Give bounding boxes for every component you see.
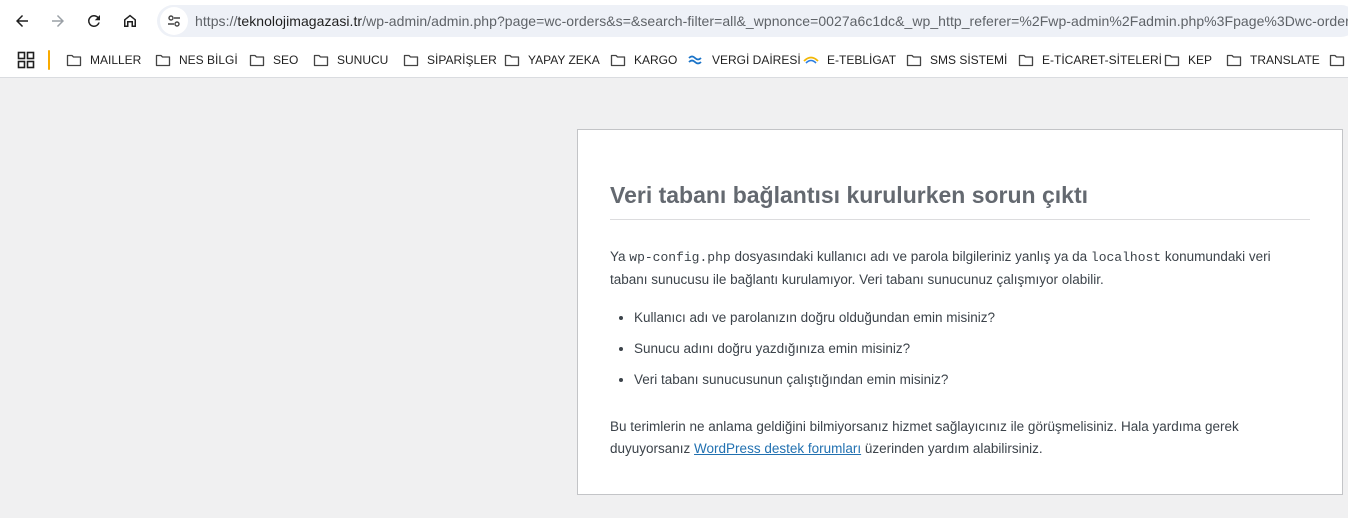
- checklist-item: Sunucu adını doğru yazdığınıza emin misi…: [634, 338, 995, 369]
- bookmark-label: SMS SİSTEMİ: [930, 53, 1008, 67]
- bookmark-label: SUNUCU: [337, 53, 389, 67]
- arrow-left-icon: [16, 15, 28, 27]
- config-filename: wp-config.php: [629, 250, 731, 265]
- tune-icon: [168, 15, 180, 27]
- url-text[interactable]: https://teknolojimagazasi.tr/wp-admin/ad…: [195, 13, 1348, 29]
- folder-icon: [155, 54, 171, 67]
- bookmark-folder-translate[interactable]: TRANSLATE: [1226, 49, 1320, 71]
- bookmark-folder-overflow[interactable]: [1329, 49, 1348, 71]
- folder-icon: [906, 54, 922, 67]
- error-card: Veri tabanı bağlantısı kurulurken sorun …: [577, 129, 1343, 495]
- bookmark-folder-mailler[interactable]: MAILLER: [66, 49, 141, 71]
- bookmark-vergi-dairesi[interactable]: VERGİ DAİRESİ: [688, 49, 801, 71]
- folder-icon: [1018, 54, 1034, 67]
- site-info-button[interactable]: [160, 7, 188, 35]
- help-text-part: üzerinden yardım alabilirsiniz.: [861, 441, 1043, 456]
- folder-icon: [403, 54, 419, 67]
- folder-icon: [504, 54, 520, 67]
- bookmark-separator: [48, 50, 50, 70]
- error-text: Ya: [610, 249, 630, 264]
- help-text: Bu terimlerin ne anlama geldiğini bilmiy…: [610, 416, 1300, 460]
- error-title: Veri tabanı bağlantısı kurulurken sorun …: [610, 182, 1310, 220]
- bookmark-label: E-TİCARET-SİTELERİ: [1042, 53, 1163, 67]
- bookmark-folder-yapay-zeka[interactable]: YAPAY ZEKA: [504, 49, 600, 71]
- bookmark-label: VERGİ DAİRESİ: [712, 53, 801, 67]
- bookmarks-bar: MAILLER NES BİLGİ SEO SUNUCU SİPARİŞLER …: [0, 42, 1348, 78]
- bookmark-label: MAILLER: [90, 53, 142, 67]
- ptt-icon: [803, 56, 819, 64]
- address-bar[interactable]: https://teknolojimagazasi.tr/wp-admin/ad…: [157, 5, 1348, 37]
- bookmark-label: TRANSLATE: [1250, 53, 1320, 67]
- folder-icon: [1226, 54, 1242, 67]
- checklist-item: Veri tabanı sunucusunun çalıştığından em…: [634, 369, 995, 400]
- bookmark-label: SİPARİŞLER: [427, 53, 497, 67]
- bookmark-folder-e-ticaret-siteleri[interactable]: E-TİCARET-SİTELERİ: [1018, 49, 1162, 71]
- checklist: Kullanıcı adı ve parolanızın doğru olduğ…: [634, 307, 995, 400]
- error-description: Ya wp-config.php dosyasındaki kullanıcı …: [610, 246, 1300, 291]
- bookmark-e-tebligat[interactable]: E-TEBLİGAT: [803, 49, 896, 71]
- home-button[interactable]: [112, 3, 148, 39]
- bookmark-folder-siparisler[interactable]: SİPARİŞLER: [403, 49, 497, 71]
- bookmark-folder-sunucu[interactable]: SUNUCU: [313, 49, 388, 71]
- apps-grid-icon[interactable]: [17, 51, 35, 69]
- bookmark-folder-sms-sistemi[interactable]: SMS SİSTEMİ: [906, 49, 1007, 71]
- arrow-right-icon: [52, 15, 64, 27]
- bookmark-folder-kargo[interactable]: KARGO: [610, 49, 677, 71]
- error-text: dosyasındaki kullanıcı adı ve parola bil…: [730, 249, 1091, 264]
- bookmark-label: SEO: [273, 53, 299, 67]
- folder-icon: [610, 54, 626, 67]
- folder-icon: [1329, 54, 1345, 67]
- reload-icon: [87, 14, 100, 27]
- folder-icon: [66, 54, 82, 67]
- bookmark-folder-kep[interactable]: KEP: [1164, 49, 1212, 71]
- bookmark-label: KARGO: [634, 53, 678, 67]
- gib-icon: [688, 55, 702, 65]
- support-forums-link[interactable]: WordPress destek forumları: [694, 441, 861, 456]
- checklist-item: Kullanıcı adı ve parolanızın doğru olduğ…: [634, 307, 995, 338]
- url-host: teknolojimagazasi.tr: [237, 13, 363, 29]
- folder-icon: [1164, 54, 1180, 67]
- bookmark-label: E-TEBLİGAT: [827, 53, 897, 67]
- bookmark-label: NES BİLGİ: [179, 53, 238, 67]
- bookmark-label: YAPAY ZEKA: [528, 53, 600, 67]
- forward-button[interactable]: [40, 3, 76, 39]
- bookmark-folder-seo[interactable]: SEO: [249, 49, 298, 71]
- url-scheme: https://: [195, 13, 238, 29]
- back-button[interactable]: [4, 3, 40, 39]
- url-path: /wp-admin/admin.php?page=wc-orders&s=&se…: [362, 13, 1348, 29]
- home-icon: [124, 14, 136, 27]
- reload-button[interactable]: [76, 3, 112, 39]
- browser-toolbar: https://teknolojimagazasi.tr/wp-admin/ad…: [0, 0, 1348, 42]
- folder-icon: [249, 54, 265, 67]
- bookmark-label: KEP: [1188, 53, 1213, 67]
- db-host: localhost: [1090, 250, 1162, 265]
- bookmark-folder-nes-bilgi[interactable]: NES BİLGİ: [155, 49, 238, 71]
- folder-icon: [313, 54, 329, 67]
